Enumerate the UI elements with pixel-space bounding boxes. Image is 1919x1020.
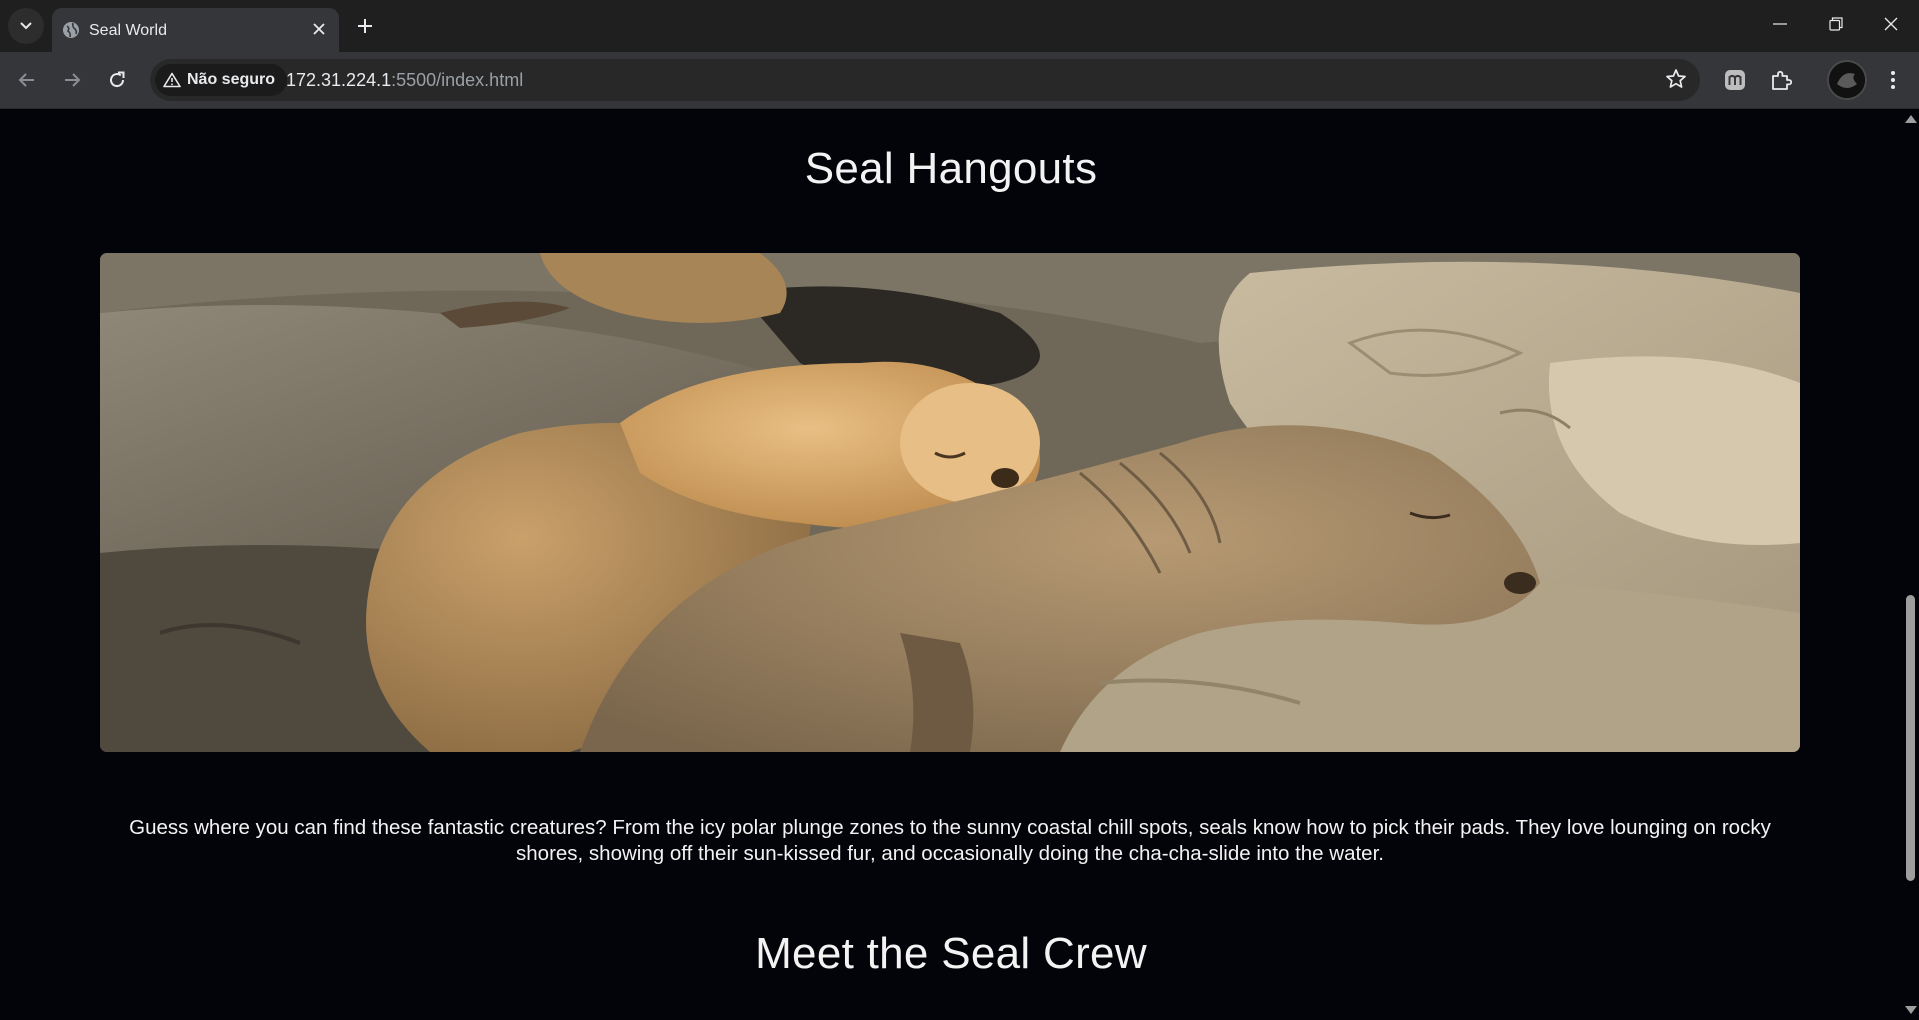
active-tab[interactable]: Seal World	[52, 8, 339, 52]
chevron-down-icon	[20, 22, 32, 30]
seal-hangouts-image	[100, 253, 1800, 752]
extension-m-button[interactable]	[1717, 62, 1753, 98]
section-title-meet-the-seal-crew: Meet the Seal Crew	[755, 929, 1147, 978]
url-path: :5500/index.html	[391, 70, 524, 90]
forward-button[interactable]	[54, 62, 90, 98]
close-window-button[interactable]	[1863, 0, 1919, 48]
tab-search-button[interactable]	[8, 8, 44, 44]
tab-close-button[interactable]	[307, 17, 331, 41]
hangouts-description: Guess where you can find these fantastic…	[129, 816, 1771, 865]
close-icon	[313, 23, 325, 35]
kebab-menu-icon	[1891, 71, 1895, 89]
star-icon[interactable]	[1664, 67, 1688, 91]
scrollbar-thumb[interactable]	[1906, 595, 1915, 881]
page-viewport: Seal Hangouts Guess where you can find t…	[0, 109, 1902, 1020]
restore-button[interactable]	[1808, 0, 1864, 48]
avatar-image-icon	[1829, 62, 1865, 98]
warning-icon	[163, 72, 181, 88]
security-indicator[interactable]: Não seguro	[155, 64, 288, 96]
browser-toolbar: Não seguro 172.31.224.1:5500/index.html	[0, 52, 1919, 109]
close-icon	[1884, 17, 1898, 31]
security-label: Não seguro	[187, 71, 276, 88]
restore-icon	[1829, 17, 1843, 31]
minimize-icon	[1773, 23, 1787, 25]
plus-icon	[358, 19, 372, 33]
section-title-seal-hangouts: Seal Hangouts	[804, 144, 1098, 193]
tab-title: Seal World	[89, 22, 167, 39]
reload-icon	[110, 71, 125, 88]
sleeping-sea-lions-illustration	[100, 253, 1800, 752]
puzzle-icon	[1772, 70, 1792, 90]
browser-menu-button[interactable]	[1875, 62, 1911, 98]
globe-icon	[63, 22, 79, 38]
page-scrollbar[interactable]	[1902, 109, 1919, 1020]
forward-arrow-icon	[65, 73, 81, 87]
tab-strip: Seal World	[0, 0, 1919, 52]
minimize-button[interactable]	[1752, 0, 1808, 48]
new-tab-button[interactable]	[350, 11, 380, 41]
address-bar[interactable]: Não seguro 172.31.224.1:5500/index.html	[150, 59, 1700, 101]
scroll-up-arrow-icon[interactable]	[1905, 115, 1917, 123]
extensions-button[interactable]	[1763, 62, 1799, 98]
reload-button[interactable]	[99, 62, 135, 98]
back-arrow-icon	[18, 73, 34, 87]
url-text[interactable]: 172.31.224.1:5500/index.html	[286, 70, 523, 91]
scroll-down-arrow-icon[interactable]	[1905, 1006, 1917, 1014]
url-host: 172.31.224.1	[286, 70, 392, 90]
extension-m-icon	[1725, 70, 1745, 90]
back-button[interactable]	[9, 62, 45, 98]
profile-avatar[interactable]	[1827, 60, 1867, 100]
